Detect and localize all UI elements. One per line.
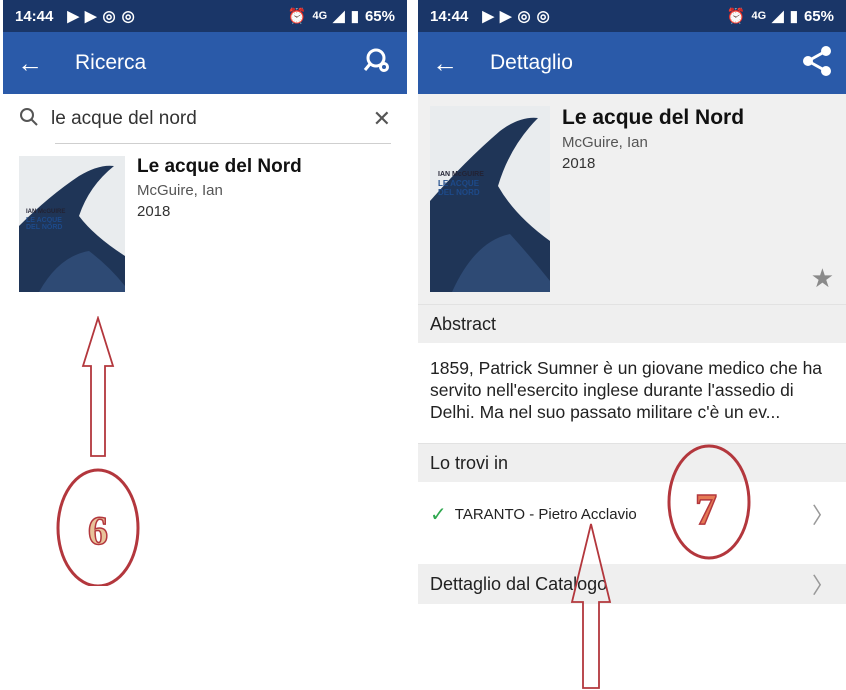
- annotation-arrow-7: [570, 523, 612, 689]
- youtube-icon: ▶: [67, 8, 79, 25]
- status-bar: 14:44 ▶ ▶ ◎ ◎ ⏰ 4G ◢ ▮ 65%: [3, 0, 407, 32]
- status-time: 14:44: [15, 7, 54, 25]
- network-label: 4G: [312, 10, 328, 22]
- page-title: Ricerca: [75, 51, 147, 74]
- alarm-icon: ⏰: [287, 8, 307, 25]
- book-title: Le acque del Nord: [562, 106, 745, 129]
- app-bar: ← Dettaglio: [418, 32, 846, 94]
- page-title: Dettaglio: [490, 51, 573, 74]
- location-item[interactable]: ✓ TARANTO - Pietro Acclavio 〉: [418, 482, 846, 546]
- book-author: McGuire, Ian: [562, 134, 648, 151]
- search-input[interactable]: le acque del nord: [51, 108, 373, 130]
- instagram-icon: ◎: [536, 8, 550, 25]
- book-title: Le acque del Nord: [137, 156, 302, 177]
- location-label: TARANTO - Pietro Acclavio: [454, 505, 637, 523]
- cover-title-line2: DEL NORD: [26, 224, 62, 231]
- instagram-icon: ◎: [102, 8, 116, 25]
- cover-author: IAN McGUIRE: [438, 171, 484, 178]
- chevron-right-icon: 〉: [811, 573, 834, 598]
- signal-icon: ◢: [333, 8, 345, 25]
- close-icon[interactable]: ✕: [373, 106, 391, 132]
- search-screen: 14:44 ▶ ▶ ◎ ◎ ⏰ 4G ◢ ▮ 65% ← Ricerca le …: [3, 0, 407, 690]
- youtube-icon: ▶: [84, 8, 97, 25]
- back-arrow-icon[interactable]: ←: [17, 48, 57, 79]
- instagram-icon: ◎: [121, 8, 135, 25]
- abstract-text: 1859, Patrick Sumner è un giovane medico…: [430, 358, 823, 422]
- check-icon: ✓: [430, 503, 447, 526]
- catalog-detail-row[interactable]: Dettaglio dal Catalogo 〉: [418, 564, 846, 604]
- book-author: McGuire, Ian: [137, 182, 223, 199]
- book-cover: IAN McGUIRE LE ACQUE DEL NORD: [430, 106, 550, 292]
- location-header: Lo trovi in: [418, 443, 846, 482]
- status-time: 14:44: [430, 7, 469, 25]
- battery-level: 65%: [803, 7, 834, 25]
- instagram-icon: ◎: [517, 8, 531, 25]
- battery-icon: ▮: [350, 8, 359, 25]
- search-icon: [19, 107, 39, 132]
- cover-title-line1: LE ACQUE: [438, 179, 480, 188]
- signal-icon: ◢: [772, 8, 784, 25]
- status-bar: 14:44 ▶ ▶ ◎ ◎ ⏰ 4G ◢ ▮ 65%: [418, 0, 846, 32]
- book-year: 2018: [562, 155, 596, 172]
- cover-title-line2: DEL NORD: [438, 188, 480, 197]
- battery-level: 65%: [364, 7, 395, 25]
- list-item[interactable]: IAN McGUIRE LE ACQUE DEL NORD Le acque d…: [3, 144, 407, 304]
- cover-author: IAN McGUIRE: [26, 209, 65, 215]
- abstract-header: Abstract: [418, 304, 846, 343]
- book-cover: IAN McGUIRE LE ACQUE DEL NORD: [19, 156, 125, 292]
- annotation-circle-7: 7: [667, 444, 751, 560]
- battery-icon: ▮: [789, 8, 798, 25]
- favorite-star-icon[interactable]: ★: [811, 263, 834, 294]
- chevron-right-icon: 〉: [811, 503, 834, 528]
- youtube-icon: ▶: [482, 8, 494, 25]
- book-year: 2018: [137, 203, 171, 220]
- app-bar: ← Ricerca: [3, 32, 407, 94]
- search-bar: le acque del nord ✕: [3, 94, 407, 144]
- share-icon[interactable]: [802, 45, 832, 82]
- back-arrow-icon[interactable]: ←: [432, 48, 472, 79]
- annotation-number: 6: [88, 508, 108, 553]
- youtube-icon: ▶: [499, 8, 512, 25]
- network-label: 4G: [751, 10, 767, 22]
- annotation-number: 7: [695, 485, 717, 534]
- annotation-arrow-6: 6: [56, 316, 140, 586]
- detail-screen: 14:44 ▶ ▶ ◎ ◎ ⏰ 4G ◢ ▮ 65% ← Dettaglio I…: [418, 0, 846, 690]
- search-underline: [55, 143, 391, 144]
- cover-title-line1: LE ACQUE: [26, 217, 62, 224]
- advanced-search-icon[interactable]: [363, 46, 393, 81]
- book-header: IAN McGUIRE LE ACQUE DEL NORD Le acque d…: [418, 94, 846, 304]
- alarm-icon: ⏰: [726, 8, 746, 25]
